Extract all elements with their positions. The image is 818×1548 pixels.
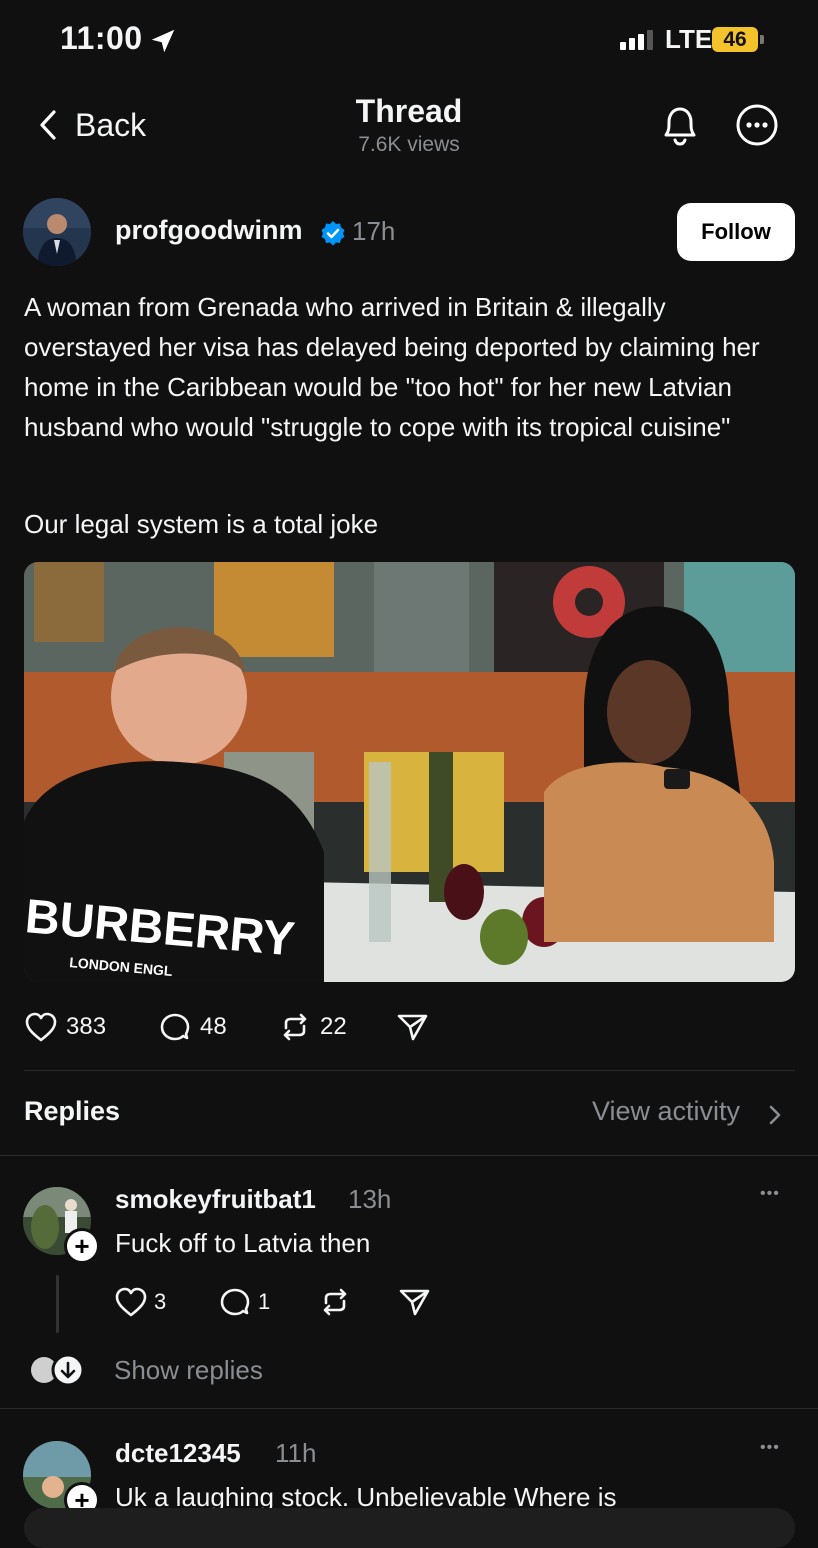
- repost-count: 22: [320, 1013, 347, 1040]
- show-replies-icon[interactable]: [28, 1354, 88, 1386]
- reply-composer-bar[interactable]: [24, 1508, 795, 1548]
- post-image[interactable]: BURBERRY LONDON ENGL: [24, 562, 795, 982]
- divider: [24, 1070, 795, 1071]
- comment-count: 48: [200, 1013, 227, 1040]
- reply-more-icon[interactable]: •••: [760, 1439, 780, 1457]
- comment-icon: [220, 1288, 250, 1316]
- signal-icon: [620, 30, 653, 50]
- reply-like-count: 3: [154, 1289, 167, 1314]
- reply-comment-button[interactable]: 1: [218, 1286, 270, 1318]
- post-text: A woman from Grenada who arrived in Brit…: [24, 292, 760, 442]
- reply-comment-count: 1: [258, 1289, 271, 1314]
- reply-text: Fuck off to Latvia then: [115, 1228, 371, 1258]
- status-time: 11:00: [60, 20, 143, 56]
- verified-badge-icon: [321, 221, 345, 246]
- reply-more-icon[interactable]: •••: [760, 1185, 780, 1203]
- follow-plus-icon[interactable]: +: [64, 1228, 100, 1264]
- battery-icon: 46: [712, 27, 758, 52]
- reply-like-button[interactable]: 3: [114, 1286, 166, 1318]
- reply-time: 11h: [275, 1438, 317, 1468]
- share-icon[interactable]: [396, 1011, 430, 1043]
- heart-icon: [25, 1012, 57, 1042]
- reply-author[interactable]: dcte12345: [115, 1438, 241, 1469]
- divider: [0, 1408, 818, 1409]
- author-avatar[interactable]: [23, 198, 91, 266]
- network-label: LTE: [665, 24, 713, 54]
- share-icon[interactable]: [398, 1286, 432, 1318]
- divider: [0, 1155, 818, 1156]
- thread-line: [56, 1275, 59, 1333]
- more-options-icon[interactable]: [735, 103, 779, 147]
- chevron-right-icon: [769, 1105, 781, 1125]
- bell-icon[interactable]: [658, 102, 702, 148]
- show-replies-button[interactable]: Show replies: [114, 1355, 263, 1386]
- view-activity-link[interactable]: View activity: [592, 1096, 740, 1127]
- like-count: 383: [66, 1013, 107, 1040]
- heart-icon: [115, 1287, 147, 1317]
- battery-tip: [760, 35, 764, 44]
- like-button[interactable]: 383: [24, 1010, 106, 1044]
- repost-icon: [283, 1013, 307, 1041]
- reply-author[interactable]: smokeyfruitbat1: [115, 1184, 316, 1215]
- comment-icon: [160, 1013, 190, 1041]
- author-name[interactable]: profgoodwinm: [115, 215, 302, 246]
- replies-heading: Replies: [24, 1096, 121, 1126]
- follow-button[interactable]: Follow: [677, 203, 795, 261]
- repost-button[interactable]: 22: [278, 1010, 347, 1044]
- comment-button[interactable]: 48: [158, 1010, 227, 1044]
- location-arrow-icon: [151, 29, 175, 53]
- repost-icon[interactable]: [318, 1286, 352, 1318]
- post-text-secondary: Our legal system is a total joke: [24, 509, 379, 539]
- reply-time: 13h: [348, 1184, 392, 1214]
- post-time: 17h: [352, 216, 396, 246]
